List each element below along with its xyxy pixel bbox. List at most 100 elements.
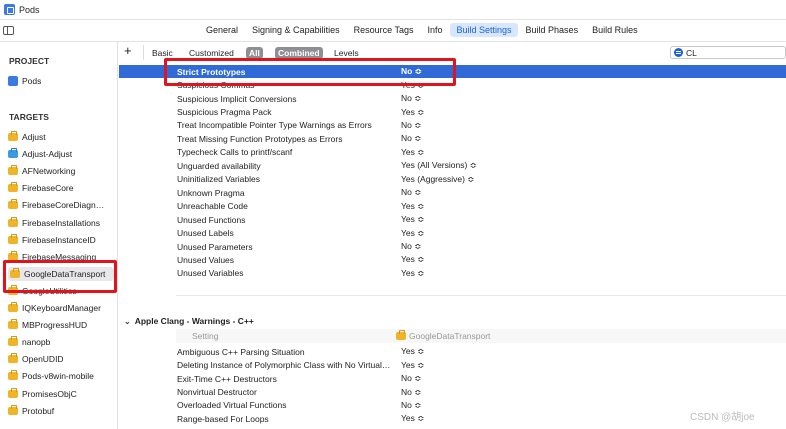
setting-row[interactable]: Unused Functions Yes ≎ <box>176 213 786 226</box>
sidebar-item-label: FirebaseCoreDiagn… <box>22 200 105 211</box>
sidebar-item-target[interactable]: Adjust <box>8 130 46 144</box>
setting-value-popup[interactable]: Yes ≎ <box>401 346 424 357</box>
setting-value-popup[interactable]: Yes ≎ <box>401 201 424 212</box>
sidebar-item-label: Pods <box>22 76 42 86</box>
tab-build-settings[interactable]: Build Settings <box>450 23 518 37</box>
setting-row[interactable]: Suspicious Implicit Conversions No ≎ <box>176 92 786 105</box>
add-setting-button[interactable]: + <box>124 43 132 58</box>
setting-value-popup[interactable]: Yes ≎ <box>401 214 424 225</box>
setting-value-popup[interactable]: Yes ≎ <box>401 360 424 371</box>
target-icon <box>8 182 18 193</box>
setting-row[interactable]: Ambiguous C++ Parsing Situation Yes ≎ <box>176 345 786 358</box>
sidebar-item-label: MBProgressHUD <box>22 320 88 331</box>
sidebar-item-target[interactable]: Protobuf <box>8 404 54 418</box>
setting-value-popup[interactable]: Yes ≎ <box>401 268 424 279</box>
tab-build-rules[interactable]: Build Rules <box>586 23 644 37</box>
editor-tab-bar: General Signing & Capabilities Resource … <box>0 20 786 42</box>
setting-name: Unused Parameters <box>177 241 253 252</box>
tab-signing-capabilities[interactable]: Signing & Capabilities <box>246 23 346 37</box>
setting-value-popup[interactable]: Yes ≎ <box>401 254 424 265</box>
tab-build-phases[interactable]: Build Phases <box>520 23 585 37</box>
sidebar-item-project[interactable]: Pods <box>8 74 41 88</box>
setting-row[interactable]: Suspicious Pragma Pack Yes ≎ <box>176 105 786 118</box>
sidebar-item-target[interactable]: MBProgressHUD <box>8 318 87 332</box>
sidebar-item-target[interactable]: IQKeyboardManager <box>8 301 101 315</box>
setting-name: Typecheck Calls to printf/scanf <box>177 147 293 158</box>
setting-value-popup[interactable]: Yes ≎ <box>401 413 424 424</box>
divider <box>143 45 144 60</box>
target-icon <box>8 302 18 312</box>
setting-row[interactable]: Unused Labels Yes ≎ <box>176 226 786 239</box>
setting-value-popup[interactable]: No ≎ <box>401 241 421 252</box>
setting-value-popup[interactable]: Yes ≎ <box>401 228 424 239</box>
sidebar-item-target[interactable]: FirebaseCoreDiagn… <box>8 198 104 212</box>
target-icon <box>8 387 18 398</box>
setting-value-popup[interactable]: Yes ≎ <box>401 107 424 118</box>
setting-row[interactable]: Uninitialized Variables Yes (Aggressive) … <box>176 173 786 186</box>
setting-row[interactable]: Nonvirtual Destructor No ≎ <box>176 385 786 398</box>
tab-resource-tags[interactable]: Resource Tags <box>348 23 420 37</box>
sidebar-item-target[interactable]: nanopb <box>8 335 50 349</box>
setting-value-popup[interactable]: Yes (Aggressive) ≎ <box>401 174 474 185</box>
setting-value-popup[interactable]: No ≎ <box>401 93 421 104</box>
setting-row[interactable]: Unreachable Code Yes ≎ <box>176 200 786 213</box>
search-field[interactable]: CL <box>670 46 786 59</box>
sidebar-item-target[interactable]: FirebaseCore <box>8 181 74 195</box>
setting-name: Range-based For Loops <box>177 413 269 424</box>
setting-row[interactable]: Unused Values Yes ≎ <box>176 253 786 266</box>
target-icon <box>8 353 18 364</box>
sidebar-item-target[interactable]: Pods-v8win-mobile <box>8 369 94 383</box>
setting-value-popup[interactable]: No ≎ <box>401 133 421 144</box>
setting-value-popup[interactable]: No ≎ <box>401 187 421 198</box>
sidebar-item-target[interactable]: AFNetworking <box>8 164 75 178</box>
sidebar-item-label: OpenUDID <box>22 354 64 365</box>
setting-value-popup[interactable]: No ≎ <box>401 120 421 131</box>
target-icon <box>8 165 18 176</box>
column-target-label: GoogleDataTransport <box>409 331 491 341</box>
setting-value-popup[interactable]: No ≎ <box>401 400 421 411</box>
search-input[interactable]: CL <box>686 48 697 58</box>
sidebar-toggle-icon[interactable] <box>3 26 14 35</box>
setting-value-popup[interactable]: Yes ≎ <box>401 147 424 158</box>
title-bar: Pods <box>0 0 786 20</box>
setting-value-popup[interactable]: Yes (All Versions) ≎ <box>401 160 477 171</box>
setting-name: Treat Missing Function Prototypes as Err… <box>177 133 343 144</box>
setting-value-popup[interactable]: No ≎ <box>401 387 421 398</box>
sidebar-item-target[interactable]: FirebaseInstanceID <box>8 233 96 247</box>
tab-general[interactable]: General <box>200 23 244 37</box>
tab-info[interactable]: Info <box>421 23 448 37</box>
editor-tabs: General Signing & Capabilities Resource … <box>200 23 644 37</box>
project-icon <box>8 76 18 86</box>
column-setting: Setting <box>192 331 219 341</box>
setting-row[interactable]: Typecheck Calls to printf/scanf Yes ≎ <box>176 146 786 159</box>
setting-row[interactable]: Unknown Pragma No ≎ <box>176 186 786 199</box>
setting-name: Unguarded availability <box>177 160 261 171</box>
setting-name: Unused Values <box>177 254 235 265</box>
annotation-highlight-box <box>164 58 456 86</box>
setting-row[interactable]: Deleting Instance of Polymorphic Class w… <box>176 358 786 371</box>
annotation-highlight-box <box>3 260 117 293</box>
sidebar-item-target[interactable]: OpenUDID <box>8 352 64 366</box>
setting-name: Overloaded Virtual Functions <box>177 400 287 411</box>
project-icon <box>4 4 15 15</box>
setting-row[interactable]: Exit-Time C++ Destructors No ≎ <box>176 372 786 385</box>
setting-row[interactable]: Unused Variables Yes ≎ <box>176 267 786 280</box>
sidebar-item-target[interactable]: Adjust-Adjust <box>8 147 72 161</box>
setting-name: Unused Variables <box>177 268 244 279</box>
target-icon <box>8 404 18 415</box>
sidebar-item-target[interactable]: FirebaseInstallations <box>8 216 100 230</box>
section-header-cpp-warnings[interactable]: ⌄ Apple Clang - Warnings - C++ <box>124 316 254 326</box>
setting-row[interactable]: Unused Parameters No ≎ <box>176 240 786 253</box>
setting-value-popup[interactable]: No ≎ <box>401 373 421 384</box>
setting-name: Deleting Instance of Polymorphic Class w… <box>177 360 391 371</box>
setting-row[interactable]: Unguarded availability Yes (All Versions)… <box>176 159 786 172</box>
target-icon <box>8 216 18 227</box>
sidebar-item-target[interactable]: PromisesObjC <box>8 387 77 401</box>
target-icon <box>8 148 18 159</box>
setting-row[interactable]: Treat Incompatible Pointer Type Warnings… <box>176 119 786 132</box>
filter-icon[interactable] <box>674 48 683 57</box>
section-divider <box>176 295 786 296</box>
setting-row[interactable]: Treat Missing Function Prototypes as Err… <box>176 132 786 145</box>
target-icon <box>8 336 18 347</box>
chevron-down-icon[interactable]: ⌄ <box>124 317 131 326</box>
